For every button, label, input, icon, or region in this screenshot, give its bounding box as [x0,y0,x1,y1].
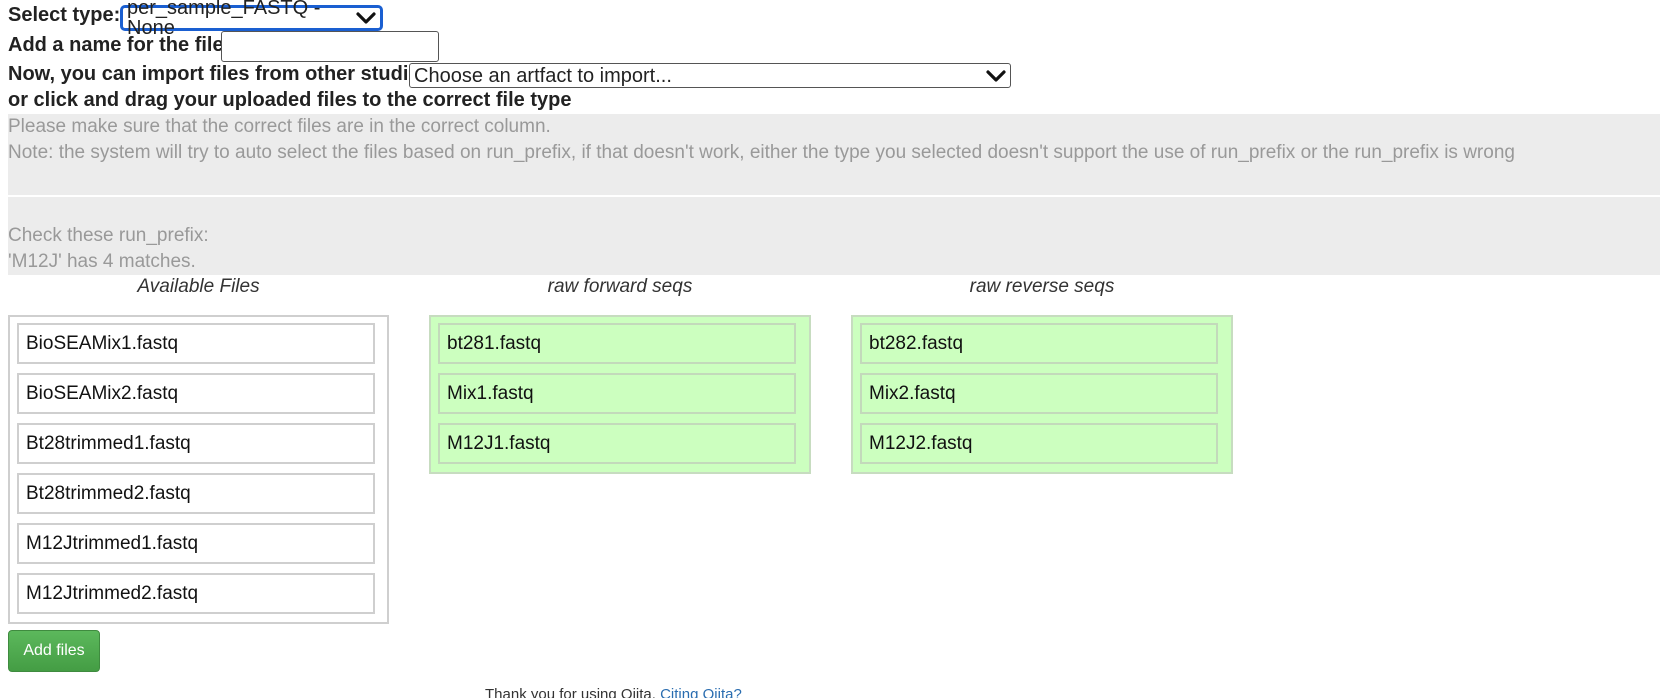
select-type-row: Select type: [8,4,120,27]
import-row: Now, you can import files from other stu… [8,63,431,86]
available-file-item[interactable]: M12Jtrimmed1.fastq [17,523,375,564]
available-files-title: Available Files [137,276,260,297]
footer: Thank you for using Qiita. Citing Qiita? [485,686,742,698]
footer-text: Thank you for using Qiita. [485,686,656,698]
available-file-item[interactable]: BioSEAMix1.fastq [17,323,375,364]
forward-seqs-dropzone[interactable]: bt281.fastq Mix1.fastq M12J1.fastq [429,315,811,474]
import-artifact-value: Choose an artfact to import... [414,64,672,87]
drag-instruction-row: or click and drag your uploaded files to… [8,89,571,112]
forward-file-item[interactable]: bt281.fastq [438,323,796,364]
run-prefix-box: Check these run_prefix: 'M12J' has 4 mat… [8,197,1660,275]
file-name-row: Add a name for the file: [8,34,230,57]
available-file-item[interactable]: Bt28trimmed1.fastq [17,423,375,464]
chevron-down-icon [356,12,376,24]
run-prefix-result: 'M12J' has 4 matches. [8,251,196,272]
reverse-file-item[interactable]: M12J2.fastq [860,423,1218,464]
available-file-item[interactable]: BioSEAMix2.fastq [17,373,375,414]
import-label: Now, you can import files from other stu… [8,63,431,85]
select-type-label: Select type: [8,4,121,26]
citing-qiita-link[interactable]: Citing Qiita? [660,686,742,698]
available-file-item[interactable]: Bt28trimmed2.fastq [17,473,375,514]
note-box: Please make sure that the correct files … [8,114,1660,195]
add-files-button[interactable]: Add files [8,630,100,672]
forward-seqs-title: raw forward seqs [547,276,693,297]
reverse-seqs-dropzone[interactable]: bt282.fastq Mix2.fastq M12J2.fastq [851,315,1233,474]
reverse-file-item[interactable]: Mix2.fastq [860,373,1218,414]
note-line-2: Note: the system will try to auto select… [8,142,1515,163]
file-name-label: Add a name for the file: [8,34,231,56]
import-artifact-dropdown[interactable]: Choose an artfact to import... [409,63,1011,88]
available-files-list[interactable]: BioSEAMix1.fastq BioSEAMix2.fastq Bt28tr… [8,315,389,624]
upload-page: Select type: per_sample_FASTQ - None Add… [0,0,1680,698]
select-type-dropdown[interactable]: per_sample_FASTQ - None [121,0,382,38]
file-name-input[interactable] [221,31,439,62]
available-file-item[interactable]: M12Jtrimmed2.fastq [17,573,375,614]
run-prefix-title: Check these run_prefix: [8,225,209,246]
reverse-file-item[interactable]: bt282.fastq [860,323,1218,364]
note-line-1: Please make sure that the correct files … [8,116,551,137]
forward-file-item[interactable]: M12J1.fastq [438,423,796,464]
reverse-seqs-title: raw reverse seqs [969,276,1115,297]
drag-instruction: or click and drag your uploaded files to… [8,89,572,111]
chevron-down-icon [986,69,1006,82]
forward-file-item[interactable]: Mix1.fastq [438,373,796,414]
